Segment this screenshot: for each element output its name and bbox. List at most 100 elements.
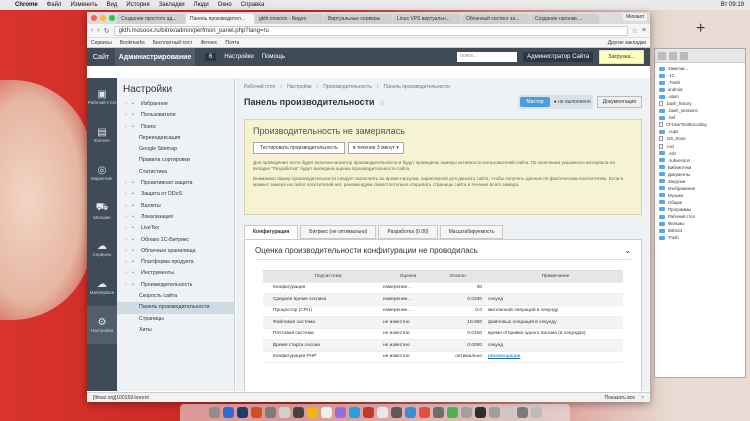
section-desktop[interactable]: ▣ Рабочий стол xyxy=(87,78,117,116)
menu-item[interactable]: Правила сортировки xyxy=(117,155,234,166)
section-shop[interactable]: ⛟ Магазин xyxy=(87,192,117,230)
section-settings[interactable]: ⚙ Настройки xyxy=(87,306,117,344)
menubar-item-help[interactable]: Справка xyxy=(241,2,265,8)
star-bookmark-icon[interactable]: ☆ xyxy=(632,27,638,35)
finder-item[interactable]: .bash_history xyxy=(655,100,745,107)
finder-item[interactable]: .bash_sessions xyxy=(655,107,745,114)
dock-app-icon[interactable] xyxy=(278,407,290,418)
dock-app-icon[interactable] xyxy=(320,407,332,418)
menu-item[interactable]: › ▪ Инструменты xyxy=(117,268,234,279)
browser-tab[interactable]: Виртуальные серверы xyxy=(324,14,392,24)
download-item[interactable]: [Ilmaz.org]100159.torrent xyxy=(93,395,149,401)
finder-item[interactable]: Общие xyxy=(655,199,745,206)
master-button[interactable]: Мастер xyxy=(520,97,550,107)
finder-item[interactable]: Программы xyxy=(655,206,745,213)
expand-arrow-icon[interactable]: › xyxy=(125,235,132,246)
bookmark-item[interactable]: Bookmarks xyxy=(120,40,145,46)
expand-arrow-icon[interactable]: › xyxy=(125,257,132,268)
menu-item[interactable]: › ▪ Производительность xyxy=(117,280,234,291)
menubar-item-history[interactable]: История xyxy=(126,2,149,8)
dock-app-icon[interactable] xyxy=(446,407,458,418)
duration-select[interactable]: в течение 3 минут ▾ xyxy=(347,142,404,154)
admin-tab[interactable]: Администрирование xyxy=(115,48,195,66)
dock-app-icon[interactable] xyxy=(250,407,262,418)
browser-tab[interactable]: Linux VPS виртуальн... xyxy=(393,14,461,24)
menu-item[interactable]: › ▪ Поиск xyxy=(117,122,234,133)
bookmark-item[interactable]: Бесплатный хост xyxy=(153,40,193,46)
expand-arrow-icon[interactable]: › xyxy=(125,280,132,291)
expand-arrow-icon[interactable]: › xyxy=(125,189,132,200)
expand-arrow-icon[interactable]: › xyxy=(125,201,132,212)
finder-item[interactable]: Библиотеки xyxy=(655,164,745,171)
back-icon[interactable]: ‹ xyxy=(91,27,93,34)
menubar-item-bookmarks[interactable]: Закладки xyxy=(159,2,185,8)
view-list-icon[interactable] xyxy=(669,51,677,60)
finder-item[interactable]: .cups xyxy=(655,128,745,135)
other-bookmarks[interactable]: Другие закладки xyxy=(608,40,646,46)
minimize-window-button[interactable] xyxy=(100,15,106,21)
dock-app-icon[interactable] xyxy=(460,407,472,418)
expand-arrow-icon[interactable]: › xyxy=(125,268,132,279)
breadcrumb-item[interactable]: Рабочий стол xyxy=(244,84,275,90)
dock-app-icon[interactable] xyxy=(390,407,402,418)
expand-arrow-icon[interactable]: › xyxy=(125,223,132,234)
settings-link[interactable]: Настройки xyxy=(224,54,253,60)
dock-app-icon[interactable] xyxy=(474,407,486,418)
menu-item[interactable]: › ▪ Избранное xyxy=(117,99,234,110)
finder-item[interactable]: Trash xyxy=(655,234,745,241)
breadcrumb-item[interactable]: Панель производительности xyxy=(383,84,450,90)
finder-item[interactable]: .1C xyxy=(655,72,745,79)
browser-tab[interactable]: gkth.mosoox - Видео xyxy=(255,14,323,24)
menu-item[interactable]: Переиндексация xyxy=(117,133,234,144)
menubar-item-file[interactable]: Файл xyxy=(47,2,62,8)
menubar-item-view[interactable]: Вид xyxy=(107,2,118,8)
site-tab[interactable]: Сайт xyxy=(87,48,115,66)
favorite-star-icon[interactable]: ☆ xyxy=(379,98,386,107)
dock-app-icon[interactable] xyxy=(488,407,500,418)
dock-app-icon[interactable] xyxy=(334,407,346,418)
dock-app-icon[interactable] xyxy=(208,407,220,418)
section-services[interactable]: ☁ Сервисы xyxy=(87,230,117,268)
finder-item[interactable]: Музыка xyxy=(655,192,745,199)
tab-development[interactable]: Разработка (0.00) xyxy=(378,225,438,239)
close-icon[interactable]: × xyxy=(641,395,644,401)
table-cell[interactable]: рекомендации xyxy=(488,354,623,359)
finder-item[interactable]: .Trash xyxy=(655,79,745,86)
expand-arrow-icon[interactable]: › xyxy=(125,122,132,133)
notifications-counter[interactable]: 6 xyxy=(205,53,217,61)
dock-app-icon[interactable] xyxy=(404,407,416,418)
add-icon[interactable]: + xyxy=(696,20,705,38)
menu-item[interactable]: Страницы xyxy=(117,314,234,325)
close-window-button[interactable] xyxy=(91,15,97,21)
menubar-item-window[interactable]: Окно xyxy=(218,2,232,8)
view-icon[interactable] xyxy=(658,51,666,60)
tab-bitrix[interactable]: Битрикс (не оптимально) xyxy=(300,225,377,239)
bookmark-item[interactable]: Фитнес xyxy=(200,40,217,46)
menu-item[interactable]: › ▪ Локализация xyxy=(117,212,234,223)
menu-item[interactable]: › ▪ Проактивная защита xyxy=(117,178,234,189)
menu-item[interactable]: › ▪ Пользователи xyxy=(117,110,234,121)
admin-search-input[interactable]: поиск... xyxy=(457,52,518,62)
finder-item[interactable]: Фильмы xyxy=(655,220,745,227)
expand-arrow-icon[interactable]: › xyxy=(125,212,132,223)
dock-app-icon[interactable] xyxy=(236,407,248,418)
expand-arrow-icon[interactable]: › xyxy=(125,99,132,110)
menu-item[interactable]: › ▪ Платформа продукта xyxy=(117,257,234,268)
test-performance-button[interactable]: Тестировать производительность xyxy=(253,142,345,154)
finder-item[interactable]: Документы xyxy=(655,171,745,178)
expand-arrow-icon[interactable]: › xyxy=(125,110,132,121)
menu-item[interactable]: Скорость сайта xyxy=(117,291,234,302)
menu-item[interactable]: Хиты xyxy=(117,325,234,336)
breadcrumb-item[interactable]: Производительность xyxy=(323,84,372,90)
menu-item[interactable]: Статистика xyxy=(117,167,234,178)
tab-configuration[interactable]: Конфигурация xyxy=(244,225,299,239)
dock-app-icon[interactable] xyxy=(502,407,514,418)
section-content[interactable]: ▤ Контент xyxy=(87,116,117,154)
dock-app-icon[interactable] xyxy=(222,407,234,418)
finder-item[interactable]: .mxl xyxy=(655,143,745,150)
breadcrumb-item[interactable]: Настройки xyxy=(287,84,312,90)
finder-item[interactable]: Заметки... xyxy=(655,65,745,72)
view-columns-icon[interactable] xyxy=(680,51,688,60)
dock-app-icon[interactable] xyxy=(530,407,542,418)
menu-item[interactable]: › ▪ LiveTex xyxy=(117,223,234,234)
